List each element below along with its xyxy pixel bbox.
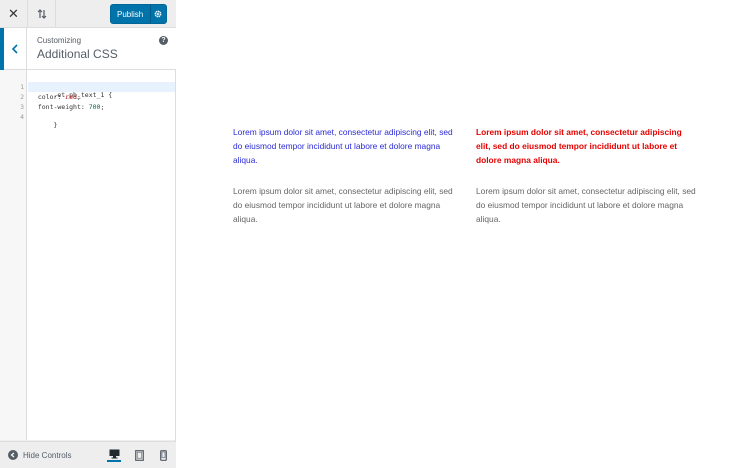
- css-semicolon: ;: [76, 93, 81, 101]
- publish-label: Publish: [117, 9, 144, 19]
- site-preview: Lorem ipsum dolor sit amet, consectetur …: [177, 0, 750, 468]
- hide-controls-label: Hide Controls: [23, 450, 72, 460]
- section-header: Customizing Additional CSS ?: [0, 28, 176, 70]
- css-value: 700: [88, 103, 101, 111]
- code-line: }: [30, 113, 57, 137]
- desktop-icon: [109, 449, 119, 459]
- chevron-left-icon: [12, 44, 18, 54]
- tablet-icon: [134, 449, 144, 461]
- css-property: font-weight:: [30, 103, 89, 111]
- section-title: Additional CSS: [37, 47, 118, 61]
- css-semicolon: ;: [100, 103, 105, 111]
- customizer-panel: ✕ Publish Customizing Additional CSS ? 1…: [0, 0, 176, 468]
- help-icon[interactable]: ?: [159, 36, 168, 45]
- breadcrumb: Customizing: [37, 36, 82, 45]
- mobile-icon: [159, 449, 167, 461]
- line-number: 4: [20, 113, 24, 121]
- arrow-left-circle-icon: [8, 450, 18, 460]
- close-icon: ✕: [8, 6, 19, 21]
- customizer-header-actions: ✕ Publish: [0, 0, 176, 28]
- publish-button[interactable]: Publish: [110, 4, 167, 24]
- customizer-footer: Hide Controls: [0, 441, 176, 468]
- preview-tablet-button[interactable]: [132, 448, 146, 462]
- preview-text-module-col1-para1: Lorem ipsum dolor sit amet, consectetur …: [233, 127, 453, 166]
- preview-text-module-col1-para2: Lorem ipsum dolor sit amet, consectetur …: [233, 186, 453, 225]
- css-closing-brace: }: [53, 121, 58, 129]
- css-property: color:: [30, 93, 66, 101]
- line-number: 3: [20, 103, 24, 111]
- preview-text-module-col2-para1: Lorem ipsum dolor sit amet, consectetur …: [476, 127, 682, 166]
- line-number: 2: [20, 93, 24, 101]
- publish-settings-button[interactable]: [149, 5, 166, 23]
- back-button[interactable]: [0, 28, 27, 70]
- css-value: red: [65, 93, 77, 101]
- css-code-editor[interactable]: 1 2 3 4 .et_pb_text_1 { color: red; font…: [0, 70, 175, 440]
- preview-mobile-button[interactable]: [156, 448, 170, 462]
- close-button[interactable]: ✕: [0, 0, 28, 28]
- line-number-gutter: 1 2 3 4: [0, 70, 27, 440]
- sort-arrows-icon: [37, 9, 46, 19]
- preview-desktop-button[interactable]: [107, 448, 121, 462]
- hide-controls-button[interactable]: Hide Controls: [8, 450, 71, 460]
- reorder-button[interactable]: [28, 0, 56, 28]
- preview-text-module-col2-para2: Lorem ipsum dolor sit amet, consectetur …: [476, 186, 696, 225]
- code-line: color: red;: [30, 93, 81, 101]
- code-line: font-weight: 700;: [30, 103, 105, 111]
- line-number: 1: [20, 83, 24, 91]
- gear-icon: [154, 10, 162, 18]
